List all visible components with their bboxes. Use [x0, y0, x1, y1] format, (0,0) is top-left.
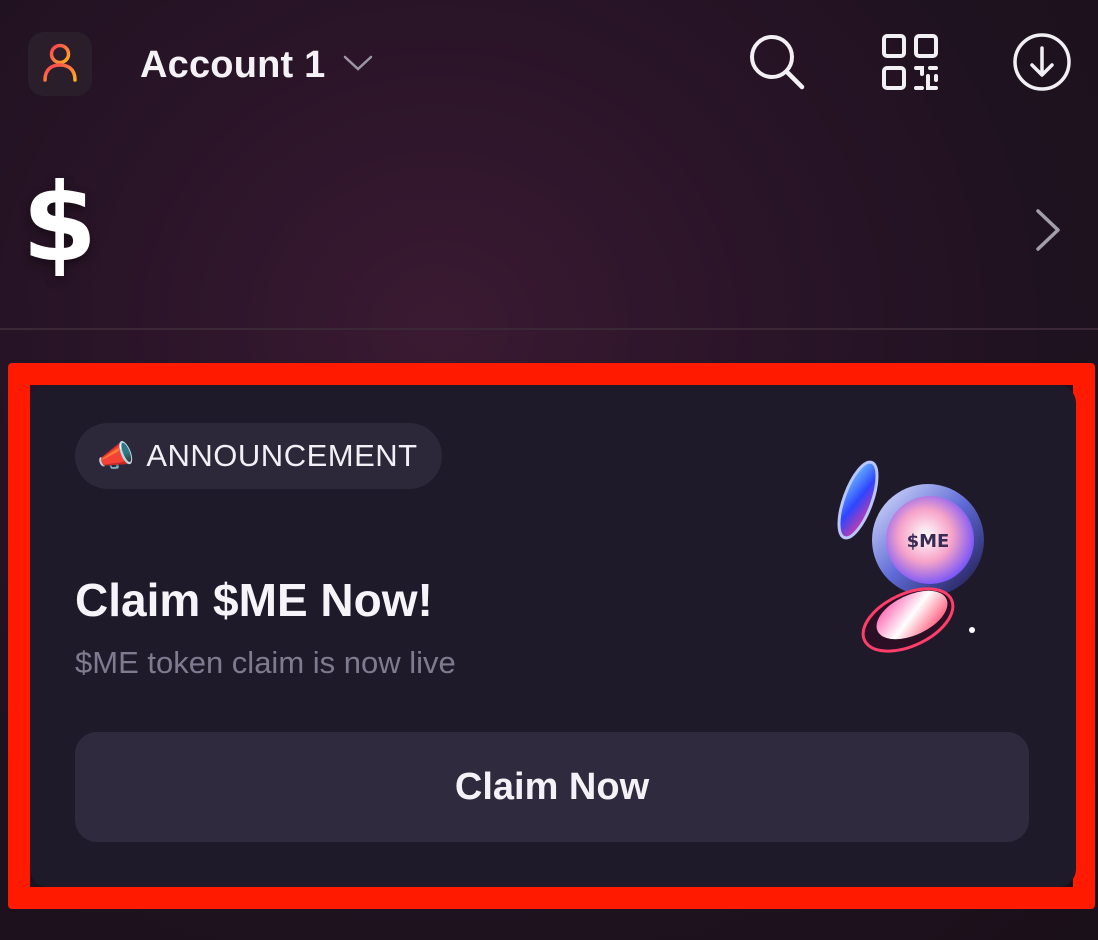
account-selector[interactable]: Account 1 — [140, 40, 374, 90]
claim-now-label: Claim Now — [454, 765, 650, 808]
section-divider — [0, 328, 1098, 330]
announcement-badge: 📣 ANNOUNCEMENT — [75, 423, 442, 489]
balance-row[interactable]: $ — [0, 150, 1098, 320]
chevron-down-icon — [342, 53, 374, 78]
announcement-subtitle: $ME token claim is now live — [75, 645, 456, 680]
search-icon — [747, 32, 807, 97]
me-coins-illustration: $ME — [800, 455, 1000, 675]
chevron-right-icon — [1030, 205, 1070, 255]
claim-now-button[interactable]: Claim Now — [75, 732, 1029, 842]
account-avatar[interactable] — [28, 32, 92, 96]
badge-label: ANNOUNCEMENT — [146, 438, 418, 473]
announcement-title: Claim $ME Now! — [75, 574, 433, 626]
scan-qr-button[interactable] — [878, 32, 942, 96]
search-button[interactable] — [745, 32, 809, 96]
account-name: Account 1 — [140, 43, 326, 86]
announcement-card: 📣 ANNOUNCEMENT $ME Claim $ME Now! $ME to… — [30, 385, 1076, 887]
user-icon — [42, 42, 78, 87]
balance-value: $ — [22, 161, 98, 286]
receive-button[interactable] — [1010, 32, 1074, 96]
top-bar: Account 1 — [0, 0, 1098, 130]
download-icon — [1011, 31, 1073, 98]
megaphone-icon: 📣 — [97, 439, 135, 473]
coin-label: $ME — [907, 531, 950, 552]
qr-code-icon — [881, 33, 939, 96]
